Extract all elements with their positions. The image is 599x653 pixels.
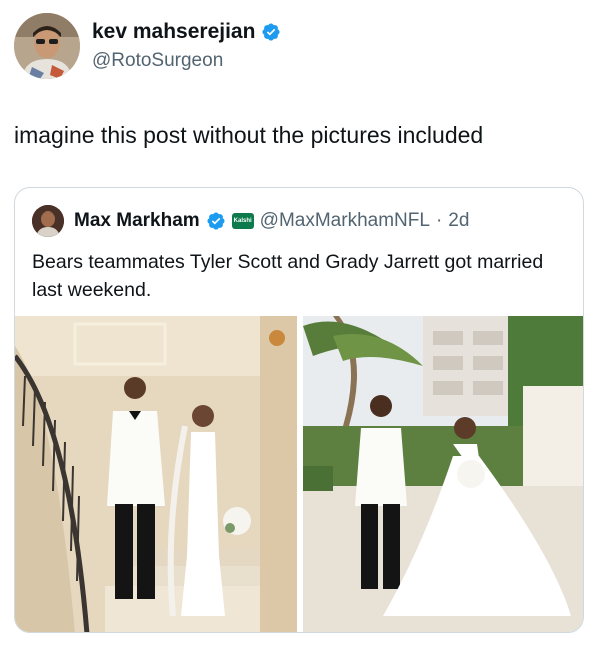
- author-handle[interactable]: @RotoSurgeon: [92, 50, 223, 72]
- wedding-photo-garden[interactable]: [303, 316, 583, 632]
- wedding-photo-staircase[interactable]: [15, 316, 297, 632]
- quoted-author-avatar[interactable]: [32, 205, 64, 237]
- quoted-author-handle[interactable]: @MaxMarkhamNFL: [260, 210, 430, 232]
- author-display-name[interactable]: kev mahserejian: [92, 20, 255, 44]
- avatar-image: [14, 13, 80, 79]
- quoted-post-card[interactable]: Max Markham Kalshi @MaxMarkhamNFL · 2d B…: [14, 187, 584, 633]
- quoted-author-name[interactable]: Max Markham: [74, 210, 200, 232]
- affiliate-badge-icon[interactable]: Kalshi: [231, 213, 254, 229]
- quoted-post-text: Bears teammates Tyler Scott and Grady Ja…: [32, 251, 544, 301]
- meta-separator: ·: [435, 210, 443, 231]
- verified-badge-icon[interactable]: [206, 211, 226, 231]
- verified-badge-icon[interactable]: [261, 22, 281, 42]
- quoted-post-header: Max Markham Kalshi @MaxMarkhamNFL · 2d: [32, 205, 469, 237]
- quoted-post-time[interactable]: 2d: [448, 210, 469, 232]
- author-name-row: kev mahserejian: [92, 20, 281, 44]
- post-text: imagine this post without the pictures i…: [14, 122, 484, 148]
- author-avatar[interactable]: [14, 13, 80, 79]
